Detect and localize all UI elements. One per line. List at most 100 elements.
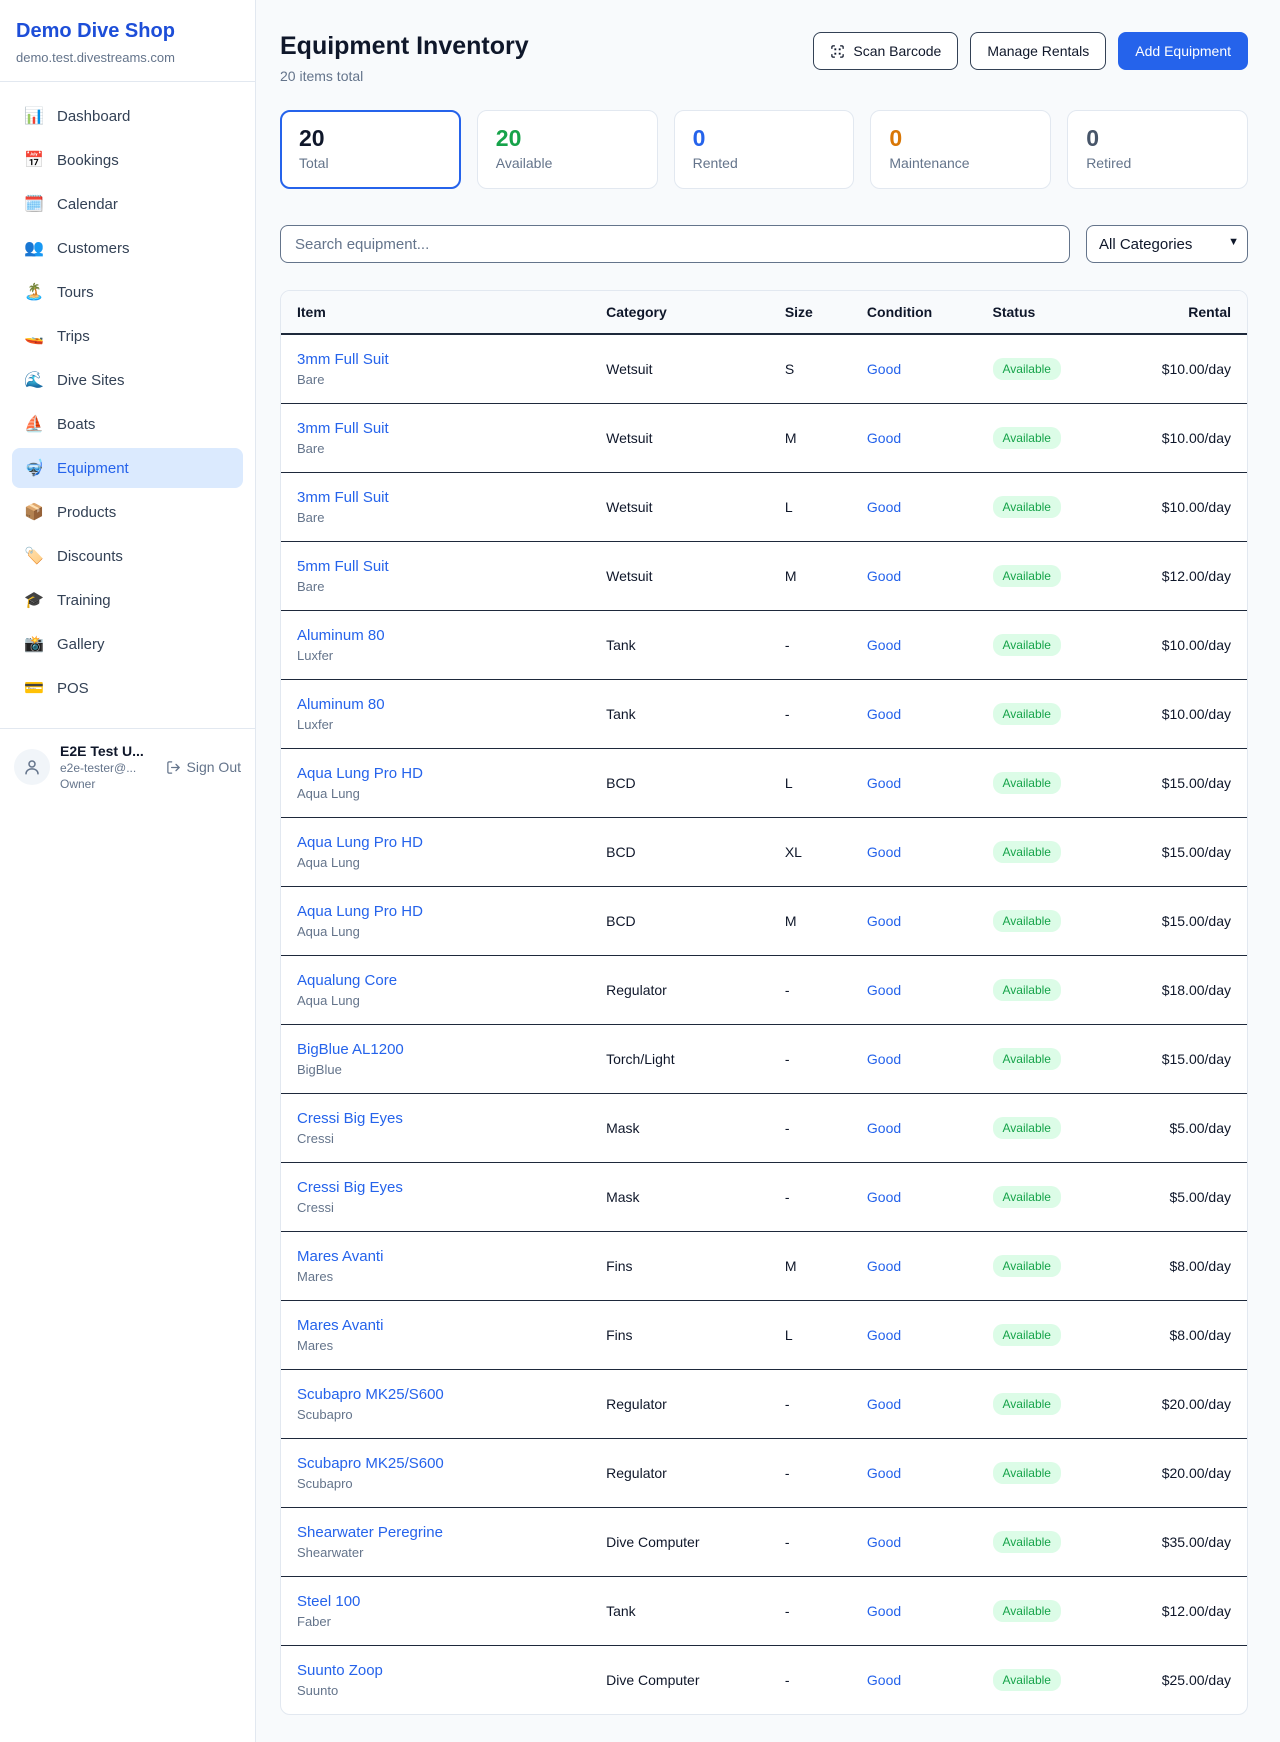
rental-price: $15.00/day bbox=[1146, 1024, 1247, 1093]
item-name-link[interactable]: Shearwater Peregrine bbox=[297, 1524, 443, 1541]
sidebar-item-dashboard[interactable]: 📊 Dashboard bbox=[12, 96, 243, 136]
table-row[interactable]: Aqua Lung Pro HD Aqua Lung BCD XL Good A… bbox=[281, 817, 1247, 886]
item-cell: Aqua Lung Pro HD Aqua Lung bbox=[281, 886, 590, 955]
stat-value: 0 bbox=[889, 126, 1032, 151]
sidebar-item-pos[interactable]: 💳 POS bbox=[12, 668, 243, 708]
table-row[interactable]: Cressi Big Eyes Cressi Mask - Good Avail… bbox=[281, 1162, 1247, 1231]
item-brand: Aqua Lung bbox=[297, 993, 574, 1008]
item-name-link[interactable]: Aluminum 80 bbox=[297, 627, 385, 644]
item-name-link[interactable]: Cressi Big Eyes bbox=[297, 1179, 403, 1196]
sidebar-item-boats[interactable]: ⛵ Boats bbox=[12, 404, 243, 444]
table-row[interactable]: 5mm Full Suit Bare Wetsuit M Good Availa… bbox=[281, 541, 1247, 610]
condition-cell: Good bbox=[851, 1162, 977, 1231]
table-row[interactable]: Mares Avanti Mares Fins M Good Available… bbox=[281, 1231, 1247, 1300]
sidebar-item-trips[interactable]: 🚤 Trips bbox=[12, 316, 243, 356]
sidebar-item-gallery[interactable]: 📸 Gallery bbox=[12, 624, 243, 664]
page-header: Equipment Inventory 20 items total Scan … bbox=[280, 32, 1248, 84]
customers-icon: 👥 bbox=[24, 238, 44, 258]
item-brand: Bare bbox=[297, 441, 574, 456]
nav-label: Discounts bbox=[57, 548, 123, 565]
size-cell: L bbox=[769, 748, 851, 817]
size-cell: S bbox=[769, 334, 851, 403]
stat-label: Total bbox=[299, 155, 442, 171]
condition-value: Good bbox=[867, 637, 901, 653]
item-brand: Mares bbox=[297, 1269, 574, 1284]
stat-card-rented[interactable]: 0 Rented bbox=[674, 110, 855, 189]
table-row[interactable]: 3mm Full Suit Bare Wetsuit L Good Availa… bbox=[281, 472, 1247, 541]
item-name-link[interactable]: Steel 100 bbox=[297, 1593, 360, 1610]
item-name-link[interactable]: Mares Avanti bbox=[297, 1248, 383, 1265]
item-name-link[interactable]: Suunto Zoop bbox=[297, 1662, 383, 1679]
item-name-link[interactable]: Aqua Lung Pro HD bbox=[297, 765, 423, 782]
item-name-link[interactable]: Scubapro MK25/S600 bbox=[297, 1455, 444, 1472]
sidebar-item-bookings[interactable]: 📅 Bookings bbox=[12, 140, 243, 180]
table-row[interactable]: Aqua Lung Pro HD Aqua Lung BCD M Good Av… bbox=[281, 886, 1247, 955]
condition-value: Good bbox=[867, 499, 901, 515]
item-brand: Mares bbox=[297, 1338, 574, 1353]
table-row[interactable]: Steel 100 Faber Tank - Good Available $1… bbox=[281, 1576, 1247, 1645]
table-row[interactable]: Mares Avanti Mares Fins L Good Available… bbox=[281, 1300, 1247, 1369]
category-select[interactable]: All Categories bbox=[1086, 225, 1248, 263]
stat-card-maintenance[interactable]: 0 Maintenance bbox=[870, 110, 1051, 189]
item-name-link[interactable]: Cressi Big Eyes bbox=[297, 1110, 403, 1127]
item-name-link[interactable]: Scubapro MK25/S600 bbox=[297, 1386, 444, 1403]
item-name-link[interactable]: Aqua Lung Pro HD bbox=[297, 834, 423, 851]
sidebar-item-products[interactable]: 📦 Products bbox=[12, 492, 243, 532]
item-name-link[interactable]: Aqualung Core bbox=[297, 972, 397, 989]
table-row[interactable]: Scubapro MK25/S600 Scubapro Regulator - … bbox=[281, 1369, 1247, 1438]
status-cell: Available bbox=[977, 886, 1146, 955]
table-row[interactable]: Suunto Zoop Suunto Dive Computer - Good … bbox=[281, 1645, 1247, 1714]
table-row[interactable]: BigBlue AL1200 BigBlue Torch/Light - Goo… bbox=[281, 1024, 1247, 1093]
size-cell: XL bbox=[769, 817, 851, 886]
item-brand: Aqua Lung bbox=[297, 855, 574, 870]
table-row[interactable]: Aqualung Core Aqua Lung Regulator - Good… bbox=[281, 955, 1247, 1024]
search-input[interactable] bbox=[280, 225, 1070, 263]
status-cell: Available bbox=[977, 955, 1146, 1024]
condition-value: Good bbox=[867, 1465, 901, 1481]
table-row[interactable]: 3mm Full Suit Bare Wetsuit S Good Availa… bbox=[281, 334, 1247, 403]
add-equipment-button[interactable]: Add Equipment bbox=[1118, 32, 1248, 70]
table-row[interactable]: Aluminum 80 Luxfer Tank - Good Available… bbox=[281, 679, 1247, 748]
item-name-link[interactable]: Aqua Lung Pro HD bbox=[297, 903, 423, 920]
condition-value: Good bbox=[867, 1327, 901, 1343]
boats-icon: ⛵ bbox=[24, 414, 44, 434]
category-cell: BCD bbox=[590, 886, 769, 955]
table-row[interactable]: Aqua Lung Pro HD Aqua Lung BCD L Good Av… bbox=[281, 748, 1247, 817]
table-row[interactable]: Shearwater Peregrine Shearwater Dive Com… bbox=[281, 1507, 1247, 1576]
table-header: Item Category Size Condition Status Rent… bbox=[281, 291, 1247, 334]
nav-label: Products bbox=[57, 504, 116, 521]
table-row[interactable]: 3mm Full Suit Bare Wetsuit M Good Availa… bbox=[281, 403, 1247, 472]
item-name-link[interactable]: BigBlue AL1200 bbox=[297, 1041, 404, 1058]
stat-label: Available bbox=[496, 155, 639, 171]
sidebar-item-equipment[interactable]: 🤿 Equipment bbox=[12, 448, 243, 488]
stat-card-available[interactable]: 20 Available bbox=[477, 110, 658, 189]
header-actions: Scan Barcode Manage Rentals Add Equipmen… bbox=[813, 32, 1248, 70]
item-name-link[interactable]: Aluminum 80 bbox=[297, 696, 385, 713]
item-brand: Shearwater bbox=[297, 1545, 574, 1560]
category-cell: Fins bbox=[590, 1231, 769, 1300]
sidebar-item-customers[interactable]: 👥 Customers bbox=[12, 228, 243, 268]
sign-out-button[interactable]: Sign Out bbox=[166, 759, 241, 775]
status-cell: Available bbox=[977, 1231, 1146, 1300]
sidebar-item-training[interactable]: 🎓 Training bbox=[12, 580, 243, 620]
item-name-link[interactable]: 5mm Full Suit bbox=[297, 558, 389, 575]
stat-card-retired[interactable]: 0 Retired bbox=[1067, 110, 1248, 189]
item-name-link[interactable]: 3mm Full Suit bbox=[297, 420, 389, 437]
sidebar-item-tours[interactable]: 🏝️ Tours bbox=[12, 272, 243, 312]
item-name-link[interactable]: 3mm Full Suit bbox=[297, 351, 389, 368]
table-row[interactable]: Cressi Big Eyes Cressi Mask - Good Avail… bbox=[281, 1093, 1247, 1162]
status-cell: Available bbox=[977, 472, 1146, 541]
sidebar-item-dive-sites[interactable]: 🌊 Dive Sites bbox=[12, 360, 243, 400]
table-row[interactable]: Scubapro MK25/S600 Scubapro Regulator - … bbox=[281, 1438, 1247, 1507]
item-name-link[interactable]: Mares Avanti bbox=[297, 1317, 383, 1334]
size-cell: - bbox=[769, 1438, 851, 1507]
manage-rentals-button[interactable]: Manage Rentals bbox=[970, 32, 1106, 70]
item-cell: Mares Avanti Mares bbox=[281, 1300, 590, 1369]
scan-barcode-button[interactable]: Scan Barcode bbox=[813, 32, 958, 70]
table-row[interactable]: Aluminum 80 Luxfer Tank - Good Available… bbox=[281, 610, 1247, 679]
item-cell: Scubapro MK25/S600 Scubapro bbox=[281, 1369, 590, 1438]
item-name-link[interactable]: 3mm Full Suit bbox=[297, 489, 389, 506]
stat-card-total[interactable]: 20 Total bbox=[280, 110, 461, 189]
sidebar-item-calendar[interactable]: 🗓️ Calendar bbox=[12, 184, 243, 224]
sidebar-item-discounts[interactable]: 🏷️ Discounts bbox=[12, 536, 243, 576]
